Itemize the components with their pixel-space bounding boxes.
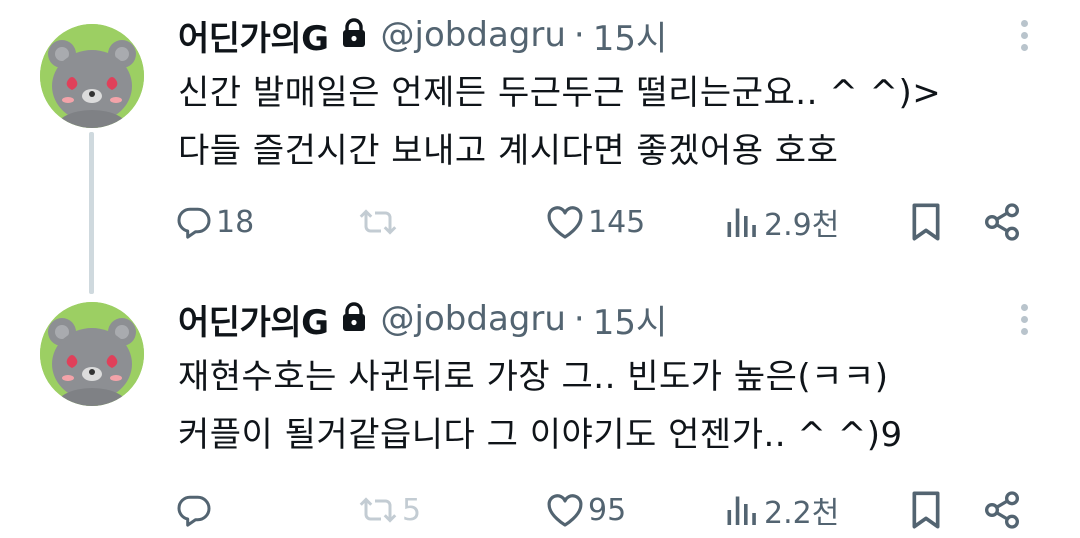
reply-button[interactable] — [176, 484, 216, 536]
avatar[interactable] — [40, 302, 144, 406]
bookmark-button[interactable] — [908, 196, 944, 248]
retweet-count: 5 — [402, 492, 422, 528]
timestamp[interactable]: 15시 — [593, 295, 668, 344]
bookmark-icon — [912, 491, 940, 529]
share-button[interactable] — [982, 484, 1022, 536]
display-name[interactable]: 어딘가의G — [178, 295, 329, 344]
tweet-header: 어딘가의G @jobdagru · 15시 — [178, 294, 667, 344]
tweet-text: 신간 발매일은 언제든 두근두근 떨리는군요.. ^ ^)> 다들 즐건시간 보… — [178, 64, 1058, 180]
action-bar: 5 95 2.2천 — [0, 484, 1080, 536]
timestamp[interactable]: 15시 — [593, 11, 668, 60]
action-bar: 18 145 2.9천 — [0, 196, 1080, 248]
bookmark-button[interactable] — [908, 484, 944, 536]
retweet-button[interactable]: 5 — [358, 484, 421, 536]
handle[interactable]: @jobdagru — [381, 299, 566, 339]
tweet-header: 어딘가의G @jobdagru · 15시 — [178, 10, 667, 60]
share-icon — [984, 203, 1020, 241]
tweet-text-line: 커플이 될거같읍니다 그 이야기도 언젠가.. ^ ^)9 — [178, 415, 903, 455]
lock-icon — [341, 18, 367, 52]
like-count: 95 — [588, 492, 627, 528]
like-button[interactable]: 145 — [546, 196, 645, 248]
tweet-text-line: 신간 발매일은 언제든 두근두근 떨리는군요.. ^ ^)> — [178, 73, 942, 113]
separator-dot: · — [573, 299, 585, 339]
reply-button[interactable]: 18 — [176, 196, 254, 248]
bookmark-icon — [912, 203, 940, 241]
retweet-icon — [359, 209, 397, 235]
separator-dot: · — [573, 15, 585, 55]
tweet-text-line: 재현수호는 사귄뒤로 가장 그.. 빈도가 높은(ㅋㅋ) — [178, 357, 889, 397]
views-bar-chart-icon — [727, 208, 756, 237]
more-vertical-icon[interactable] — [1018, 20, 1030, 54]
share-icon — [984, 491, 1020, 529]
retweet-icon — [359, 497, 397, 523]
view-count: 2.9천 — [764, 208, 840, 243]
handle[interactable]: @jobdagru — [381, 15, 566, 55]
tweet-2[interactable]: 어딘가의G @jobdagru · 15시 재현수호는 사귄뒤로 가장 그.. … — [0, 270, 1080, 538]
tweet-text: 재현수호는 사귄뒤로 가장 그.. 빈도가 높은(ㅋㅋ) 커플이 될거같읍니다 … — [178, 348, 1058, 464]
tweet-text-line: 다들 즐건시간 보내고 계시다면 좋겠어용 호호 — [178, 131, 839, 171]
views-bar-chart-icon — [727, 496, 756, 525]
retweet-button[interactable] — [358, 196, 402, 248]
gray-bear-avatar-icon — [40, 302, 144, 406]
gray-bear-avatar-icon — [40, 24, 144, 128]
more-vertical-icon[interactable] — [1018, 304, 1030, 338]
avatar[interactable] — [40, 24, 144, 128]
reply-icon — [177, 495, 211, 527]
like-count: 145 — [588, 204, 646, 240]
like-button[interactable]: 95 — [546, 484, 626, 536]
reply-icon — [177, 207, 211, 239]
display-name[interactable]: 어딘가의G — [178, 11, 329, 60]
reply-count: 18 — [216, 204, 255, 240]
views-button[interactable]: 2.2천 — [722, 484, 839, 536]
heart-icon — [547, 206, 583, 239]
tweet-1[interactable]: 어딘가의G @jobdagru · 15시 신간 발매일은 언제든 두근두근 떨… — [0, 0, 1080, 270]
heart-icon — [547, 494, 583, 527]
share-button[interactable] — [982, 196, 1022, 248]
view-count: 2.2천 — [764, 496, 840, 531]
lock-icon — [341, 302, 367, 336]
views-button[interactable]: 2.9천 — [722, 196, 839, 248]
